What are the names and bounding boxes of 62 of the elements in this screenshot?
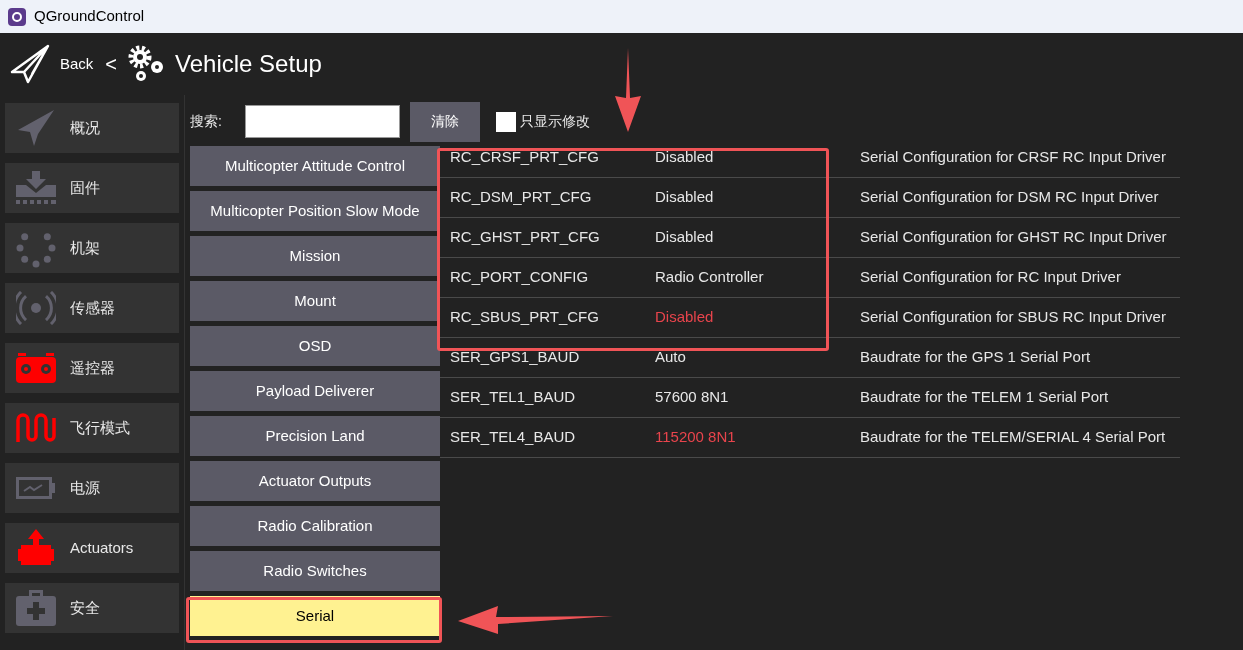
parameter-value: 115200 8N1 xyxy=(655,427,737,448)
sidebar-item[interactable]: 电源 xyxy=(5,463,179,513)
parameter-name: SER_GPS1_BAUD xyxy=(450,347,581,368)
parameter-value: Disabled xyxy=(655,187,715,208)
sidebar-item[interactable]: Actuators xyxy=(5,523,179,573)
remote-control-icon xyxy=(16,353,56,383)
parameter-description: Serial Configuration for DSM RC Input Driver xyxy=(860,187,1159,208)
parameter-value: Disabled xyxy=(655,307,715,328)
parameter-group-button[interactable]: Mission xyxy=(190,236,440,276)
sidebar-item[interactable]: 安全 xyxy=(5,583,179,633)
search-label: 搜索: xyxy=(190,112,223,131)
parameter-group-button[interactable]: Payload Deliverer xyxy=(190,371,440,411)
wave-icon xyxy=(16,412,56,444)
parameter-name: RC_CRSF_PRT_CFG xyxy=(450,147,600,168)
parameter-group-button[interactable]: Multicopter Attitude Control xyxy=(190,146,440,186)
parameter-name: RC_DSM_PRT_CFG xyxy=(450,187,593,208)
parameter-value: 57600 8N1 xyxy=(655,387,730,408)
parameter-description: Serial Configuration for GHST RC Input Driver xyxy=(860,227,1167,248)
app-logo-icon xyxy=(8,7,26,26)
parameter-group-button[interactable]: Actuator Outputs xyxy=(190,461,440,501)
parameter-value: Disabled xyxy=(655,227,715,248)
sidebar-item[interactable]: 固件 xyxy=(5,163,179,213)
search-field[interactable] xyxy=(245,105,400,138)
parameter-name: RC_PORT_CONFIG xyxy=(450,267,590,288)
battery-icon xyxy=(16,477,56,499)
parameter-name: SER_TEL1_BAUD xyxy=(450,387,577,408)
only-modified-checkbox[interactable] xyxy=(496,111,516,132)
page-title: Vehicle Setup xyxy=(175,49,322,79)
parameter-description: Baudrate for the TELEM 1 Serial Port xyxy=(860,387,1109,408)
download-icon xyxy=(16,171,56,205)
parameter-value: Auto xyxy=(655,347,687,368)
parameter-group-button[interactable]: Precision Land xyxy=(190,416,440,456)
parameter-description: Serial Configuration for CRSF RC Input Driver xyxy=(860,147,1166,168)
actuator-icon xyxy=(16,529,56,567)
parameter-group-button[interactable]: Radio Calibration xyxy=(190,506,440,546)
breadcrumb-separator: < xyxy=(105,52,118,77)
only-modified-label: 只显示修改 xyxy=(520,112,590,131)
sidebar-item[interactable]: 传感器 xyxy=(5,283,179,333)
sidebar-item[interactable]: 遥控器 xyxy=(5,343,179,393)
back-link[interactable]: Back xyxy=(60,52,94,76)
clear-button[interactable]: 清除 xyxy=(410,101,480,142)
sidebar-item[interactable]: 概况 xyxy=(5,103,179,153)
parameter-group-button[interactable]: Serial xyxy=(190,596,440,636)
parameter-value: Radio Controller xyxy=(655,267,765,288)
parameter-description: Serial Configuration for RC Input Driver xyxy=(860,267,1121,288)
parameter-description: Baudrate for the TELEM/SERIAL 4 Serial Port xyxy=(860,427,1166,448)
parameter-name: SER_TEL4_BAUD xyxy=(450,427,577,448)
sidebar-item[interactable]: 机架 xyxy=(5,223,179,273)
sidebar-item[interactable]: 飞行模式 xyxy=(5,403,179,453)
medical-kit-icon xyxy=(16,590,56,626)
parameter-description: Baudrate for the GPS 1 Serial Port xyxy=(860,347,1091,368)
parameter-value: Disabled xyxy=(655,147,715,168)
parameter-group-button[interactable]: Multicopter Position Slow Mode xyxy=(190,191,440,231)
parameter-description: Serial Configuration for SBUS RC Input Driver xyxy=(860,307,1166,328)
parameter-group-button[interactable]: Mount xyxy=(190,281,440,321)
parameter-name: RC_SBUS_PRT_CFG xyxy=(450,307,600,328)
window-title: QGroundControl xyxy=(34,6,145,27)
paper-plane-icon[interactable] xyxy=(10,44,50,84)
parameter-group-button[interactable]: OSD xyxy=(190,326,440,366)
parameter-group-button[interactable]: Radio Switches xyxy=(190,551,440,591)
parameter-name: RC_GHST_PRT_CFG xyxy=(450,227,601,248)
signal-icon xyxy=(16,291,56,325)
